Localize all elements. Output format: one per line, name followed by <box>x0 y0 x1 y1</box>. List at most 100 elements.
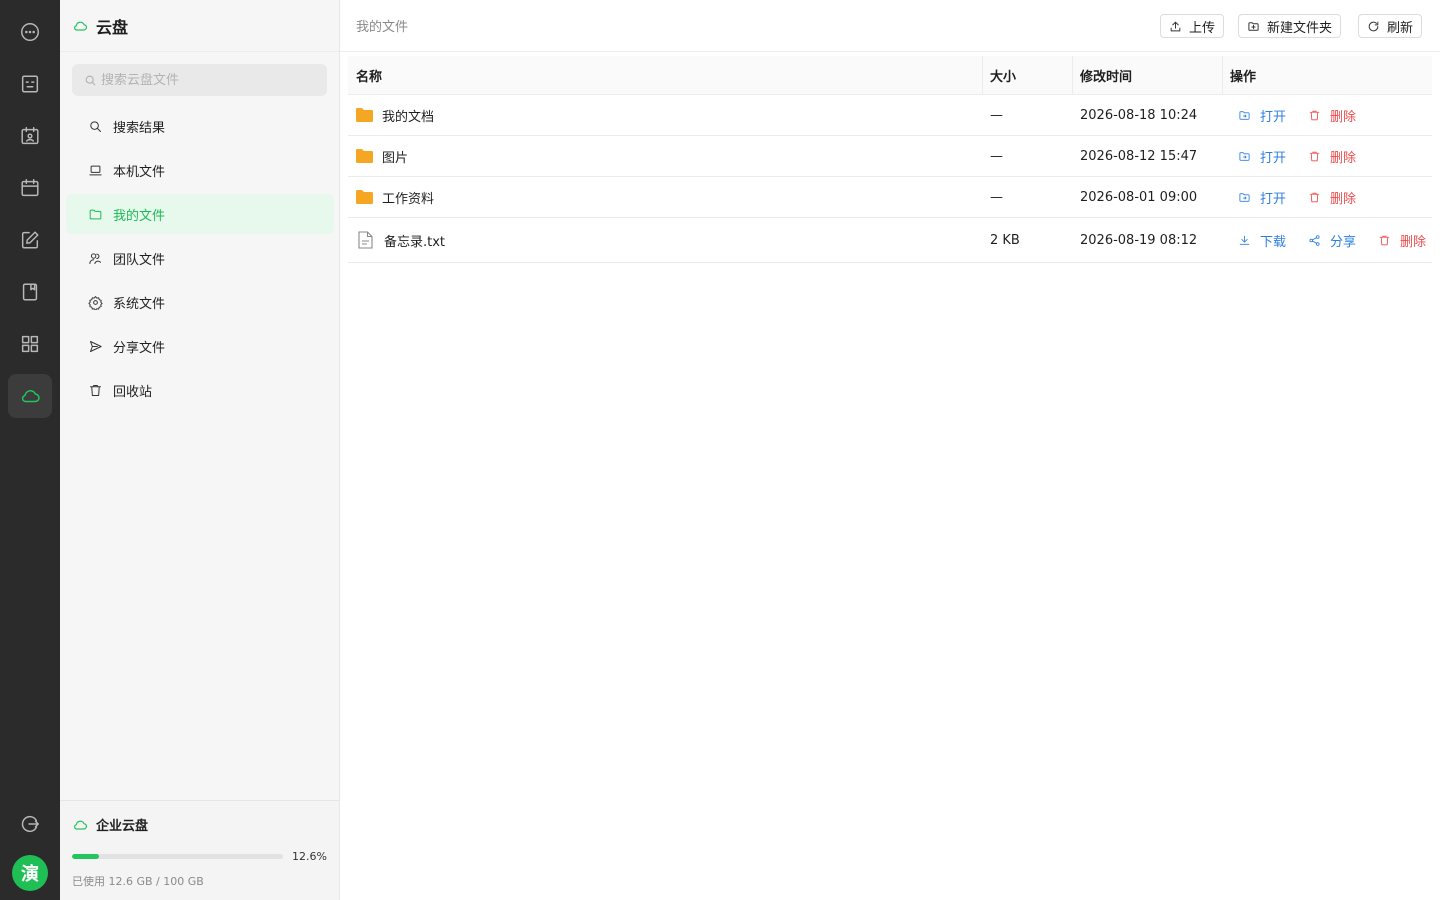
file-size: — <box>990 189 1003 205</box>
file-name[interactable]: 备忘录.txt <box>384 231 445 250</box>
send-icon <box>90 340 102 352</box>
storage-percent: 12.6% <box>292 850 327 863</box>
column-size[interactable]: 大小 <box>981 56 1016 95</box>
file-name[interactable]: 工作资料 <box>382 188 434 207</box>
sidebar-item-system-files[interactable]: 系统文件 <box>66 282 334 322</box>
delete-button[interactable]: 删除 <box>1378 218 1426 262</box>
table-row[interactable]: 我的文档 — 2026-08-18 10:24 打开 删除 <box>348 95 1432 136</box>
sidebar-item-label: 系统文件 <box>113 296 166 312</box>
folder-open-icon <box>1239 110 1250 120</box>
main-panel: 我的文件 上传 新建文件夹 刷新 名称 大小 修改时间 操作 我的文档 — 20… <box>340 0 1440 900</box>
new-folder-button[interactable]: 新建文件夹 <box>1238 14 1342 38</box>
team-icon <box>89 252 101 264</box>
cloud-icon <box>74 820 88 830</box>
open-button[interactable]: 打开 <box>1238 177 1286 217</box>
cloud-icon <box>74 21 88 31</box>
sidebar-nav: 搜索结果 本机文件 我的文件 团队文件 系统文件 分享文件 回收站 <box>60 106 340 414</box>
delete-label: 删除 <box>1400 234 1427 250</box>
open-label: 打开 <box>1260 150 1287 166</box>
file-size: — <box>990 148 1003 164</box>
chat-icon[interactable] <box>8 10 52 54</box>
storage-progress-bar <box>72 854 284 859</box>
delete-label: 删除 <box>1330 191 1357 207</box>
sidebar-item-shared-files[interactable]: 分享文件 <box>66 326 334 366</box>
logout-icon[interactable] <box>8 802 52 846</box>
sidebar-item-label: 团队文件 <box>113 252 166 268</box>
delete-button[interactable]: 删除 <box>1308 136 1356 176</box>
share-button[interactable]: 分享 <box>1308 218 1356 262</box>
trash-icon <box>1309 110 1320 120</box>
upload-icon <box>1170 21 1181 31</box>
folder-open-icon <box>1239 192 1250 202</box>
column-modified[interactable]: 修改时间 <box>1071 56 1132 95</box>
gear-icon <box>88 295 103 310</box>
trash-icon <box>90 384 101 396</box>
sidebar-item-label: 搜索结果 <box>113 120 166 136</box>
sidebar-item-label: 回收站 <box>113 384 153 400</box>
trash-icon <box>1379 235 1390 245</box>
contacts-icon[interactable] <box>8 62 52 106</box>
table-row[interactable]: 工作资料 — 2026-08-01 09:00 打开 删除 <box>348 177 1432 218</box>
folder-icon <box>356 190 373 204</box>
avatar[interactable]: 演 <box>12 855 48 891</box>
app-rail: 演 <box>0 0 60 900</box>
laptop-icon <box>89 165 102 175</box>
open-button[interactable]: 打开 <box>1238 95 1286 135</box>
download-label: 下载 <box>1260 234 1287 250</box>
open-button[interactable]: 打开 <box>1238 136 1286 176</box>
sidebar-item-recycle-bin[interactable]: 回收站 <box>66 370 334 410</box>
download-button[interactable]: 下载 <box>1238 218 1286 262</box>
upload-button[interactable]: 上传 <box>1160 14 1225 38</box>
table-row[interactable]: 图片 — 2026-08-12 15:47 打开 删除 <box>348 136 1432 177</box>
search-box[interactable] <box>72 64 327 96</box>
file-modified: 2026-08-18 10:24 <box>1080 107 1198 123</box>
file-size: — <box>990 107 1003 123</box>
file-modified: 2026-08-01 09:00 <box>1080 189 1198 205</box>
edit-icon[interactable] <box>8 218 52 262</box>
file-name[interactable]: 我的文档 <box>382 106 434 125</box>
breadcrumb: 我的文件 <box>356 20 409 35</box>
calendar-icon[interactable] <box>8 166 52 210</box>
file-modified: 2026-08-12 15:47 <box>1080 148 1198 164</box>
file-table: 名称 大小 修改时间 操作 我的文档 — 2026-08-18 10:24 打开… <box>348 56 1432 263</box>
storage-progress-fill <box>72 854 99 859</box>
refresh-label: 刷新 <box>1387 20 1414 36</box>
storage-used: 已使用 12.6 GB / 100 GB <box>72 875 204 888</box>
sidebar-item-label: 分享文件 <box>113 340 166 356</box>
bookmark-icon[interactable] <box>8 270 52 314</box>
upload-label: 上传 <box>1189 20 1216 36</box>
folder-open-icon <box>1239 151 1250 161</box>
sidebar-item-label: 我的文件 <box>113 208 166 224</box>
sidebar-item-team-files[interactable]: 团队文件 <box>66 238 334 278</box>
file-name[interactable]: 图片 <box>382 147 408 166</box>
delete-label: 删除 <box>1330 150 1357 166</box>
apps-icon[interactable] <box>8 322 52 366</box>
open-label: 打开 <box>1260 191 1287 207</box>
sidebar-item-label: 本机文件 <box>113 164 166 180</box>
folder-icon <box>356 149 373 163</box>
delete-button[interactable]: 删除 <box>1308 177 1356 217</box>
sidebar-item-search-results[interactable]: 搜索结果 <box>66 106 334 146</box>
column-name[interactable]: 名称 <box>356 56 382 95</box>
table-row[interactable]: 备忘录.txt 2 KB 2026-08-19 08:12 下载 分享 删除 <box>348 218 1432 263</box>
trash-icon <box>1309 151 1320 161</box>
file-text-icon <box>358 231 373 249</box>
meeting-icon[interactable] <box>8 114 52 158</box>
trash-icon <box>1309 192 1320 202</box>
sidebar-item-local-files[interactable]: 本机文件 <box>66 150 334 190</box>
sidebar-header: 云盘 <box>60 0 339 52</box>
sidebar-title: 云盘 <box>96 17 129 37</box>
delete-label: 删除 <box>1330 109 1357 125</box>
delete-button[interactable]: 删除 <box>1308 95 1356 135</box>
search-input[interactable] <box>101 72 321 88</box>
refresh-icon <box>1368 21 1379 31</box>
share-icon <box>1309 234 1320 246</box>
open-label: 打开 <box>1260 109 1287 125</box>
table-header: 名称 大小 修改时间 操作 <box>348 56 1432 95</box>
share-label: 分享 <box>1330 234 1357 250</box>
cloud-icon[interactable] <box>8 374 52 418</box>
refresh-button[interactable]: 刷新 <box>1358 14 1423 38</box>
search-icon <box>90 120 101 132</box>
column-actions: 操作 <box>1221 56 1256 95</box>
sidebar-item-my-files[interactable]: 我的文件 <box>66 194 334 234</box>
